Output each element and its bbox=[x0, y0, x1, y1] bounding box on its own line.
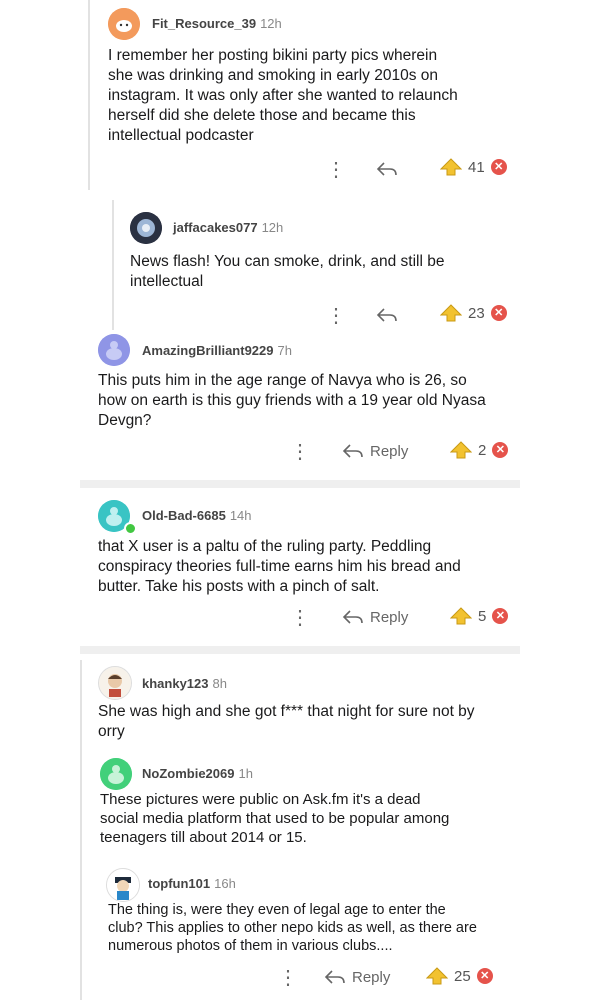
more-vertical-icon[interactable]: ⋮ bbox=[278, 968, 298, 988]
comment-line: News flash! You can smoke, drink, and st… bbox=[130, 253, 445, 270]
comment-meta: Fit_Resource_39 12h bbox=[152, 16, 282, 31]
timestamp: 12h bbox=[260, 16, 282, 31]
timestamp: 14h bbox=[229, 508, 252, 523]
downvote-icon[interactable]: ✕ bbox=[492, 442, 509, 458]
divider bbox=[80, 480, 520, 488]
avatar[interactable] bbox=[106, 868, 140, 902]
reply-label: Reply bbox=[370, 442, 409, 460]
upvote-icon[interactable] bbox=[440, 304, 462, 322]
comment-line: social media platform that used to be po… bbox=[100, 810, 450, 827]
more-vertical-icon[interactable]: ⋮ bbox=[326, 306, 346, 326]
reply-button[interactable]: Reply bbox=[342, 442, 408, 460]
vote-count: 2 bbox=[478, 441, 487, 459]
comment-meta: jaffacakes077 12h bbox=[173, 220, 283, 235]
avatar[interactable] bbox=[108, 8, 140, 40]
reply-label: Reply bbox=[370, 608, 409, 626]
avatar[interactable] bbox=[130, 212, 162, 244]
upvote-icon[interactable] bbox=[426, 967, 448, 985]
comment-body: I remember her posting bikini party pics… bbox=[108, 46, 518, 146]
reply-button[interactable]: Reply bbox=[324, 968, 390, 986]
comment-body: News flash! You can smoke, drink, and st… bbox=[130, 252, 520, 292]
comment-meta: topfun101 16h bbox=[148, 876, 236, 891]
reply-button[interactable] bbox=[376, 306, 398, 324]
username[interactable]: AmazingBrilliant9229 bbox=[142, 343, 274, 358]
comment-body: The thing is, were they even of legal ag… bbox=[108, 901, 528, 955]
comment-line: that X user is a paltu of the ruling par… bbox=[98, 538, 432, 555]
avatar[interactable] bbox=[98, 666, 132, 700]
vote-controls: 41 ✕ bbox=[440, 158, 507, 176]
comment-line: Devgn? bbox=[98, 412, 152, 429]
comment-body: This puts him in the age range of Navya … bbox=[98, 371, 518, 431]
more-vertical-icon[interactable]: ⋮ bbox=[290, 608, 310, 628]
vote-count: 5 bbox=[478, 607, 487, 625]
comment-line: The thing is, were they even of legal ag… bbox=[108, 902, 446, 918]
timestamp: 12h bbox=[261, 220, 284, 235]
divider bbox=[80, 646, 520, 654]
comment-line: teenagers till about 2014 or 15. bbox=[100, 829, 307, 846]
comment-line: butter. Take his posts with a pinch of s… bbox=[98, 578, 380, 595]
timestamp: 1h bbox=[238, 766, 253, 781]
username[interactable]: Fit_Resource_39 bbox=[152, 16, 256, 31]
upvote-icon[interactable] bbox=[450, 441, 472, 459]
downvote-icon[interactable]: ✕ bbox=[490, 305, 507, 321]
username[interactable]: jaffacakes077 bbox=[173, 220, 258, 235]
thread-line bbox=[88, 0, 90, 190]
username[interactable]: khanky123 bbox=[142, 676, 209, 691]
more-vertical-icon[interactable]: ⋮ bbox=[326, 160, 346, 180]
comment-line: She was high and she got f*** that night… bbox=[98, 703, 475, 720]
comment-line: These pictures were public on Ask.fm it'… bbox=[100, 791, 421, 808]
reply-arrow-icon bbox=[342, 610, 363, 624]
comment-meta: NoZombie2069 1h bbox=[142, 766, 253, 781]
vote-controls: 5 ✕ bbox=[450, 607, 509, 625]
username[interactable]: Old-Bad-6685 bbox=[142, 508, 226, 523]
timestamp: 16h bbox=[214, 876, 236, 891]
vote-controls: 25 ✕ bbox=[426, 967, 493, 985]
comment-line: how on earth is this guy friends with a … bbox=[98, 392, 486, 409]
comment-meta: khanky123 8h bbox=[142, 676, 227, 691]
downvote-icon[interactable]: ✕ bbox=[476, 968, 493, 984]
upvote-icon[interactable] bbox=[450, 607, 472, 625]
comment-line: orry bbox=[98, 723, 125, 740]
vote-controls: 23 ✕ bbox=[440, 304, 507, 322]
comment-body: that X user is a paltu of the ruling par… bbox=[98, 537, 518, 597]
avatar[interactable] bbox=[98, 334, 130, 366]
reply-arrow-icon bbox=[376, 162, 397, 176]
reply-label: Reply bbox=[352, 968, 391, 986]
comment-line: numerous photos of them in various clubs… bbox=[108, 938, 393, 954]
reply-arrow-icon bbox=[324, 970, 345, 984]
reply-arrow-icon bbox=[376, 308, 397, 322]
comment-line: intellectual bbox=[130, 273, 204, 290]
comment-line: club? This applies to other nepo kids as… bbox=[108, 920, 477, 936]
thread-line bbox=[80, 660, 82, 1000]
vote-count: 23 bbox=[468, 304, 485, 322]
comment-line: she was drinking and smoking in early 20… bbox=[108, 67, 438, 84]
comment-line: instagram. It was only after she wanted … bbox=[108, 87, 458, 104]
thread-line bbox=[112, 200, 114, 330]
username[interactable]: NoZombie2069 bbox=[142, 766, 234, 781]
more-vertical-icon[interactable]: ⋮ bbox=[290, 442, 310, 462]
timestamp: 8h bbox=[212, 676, 227, 691]
comment-meta: Old-Bad-6685 14h bbox=[142, 508, 252, 523]
username[interactable]: topfun101 bbox=[148, 876, 210, 891]
downvote-icon[interactable]: ✕ bbox=[492, 608, 509, 624]
comment-body: She was high and she got f*** that night… bbox=[98, 702, 518, 742]
comment-body: These pictures were public on Ask.fm it'… bbox=[100, 790, 520, 847]
timestamp: 7h bbox=[277, 343, 292, 358]
comment-line: This puts him in the age range of Navya … bbox=[98, 372, 467, 389]
comment-line: herself did she delete those and became … bbox=[108, 107, 416, 124]
comment-line: conspiracy theories full-time earns him … bbox=[98, 558, 461, 575]
online-indicator bbox=[124, 522, 137, 535]
comment-line: I remember her posting bikini party pics… bbox=[108, 47, 438, 64]
vote-count: 41 bbox=[468, 158, 485, 176]
reply-button[interactable]: Reply bbox=[342, 608, 408, 626]
vote-controls: 2 ✕ bbox=[450, 441, 509, 459]
comment-meta: AmazingBrilliant9229 7h bbox=[142, 343, 292, 358]
vote-count: 25 bbox=[454, 967, 471, 985]
avatar[interactable] bbox=[100, 758, 132, 790]
reply-button[interactable] bbox=[376, 160, 398, 178]
reply-arrow-icon bbox=[342, 444, 363, 458]
comment-line: intellectual podcaster bbox=[108, 127, 254, 144]
downvote-icon[interactable]: ✕ bbox=[490, 159, 507, 175]
upvote-icon[interactable] bbox=[440, 158, 462, 176]
